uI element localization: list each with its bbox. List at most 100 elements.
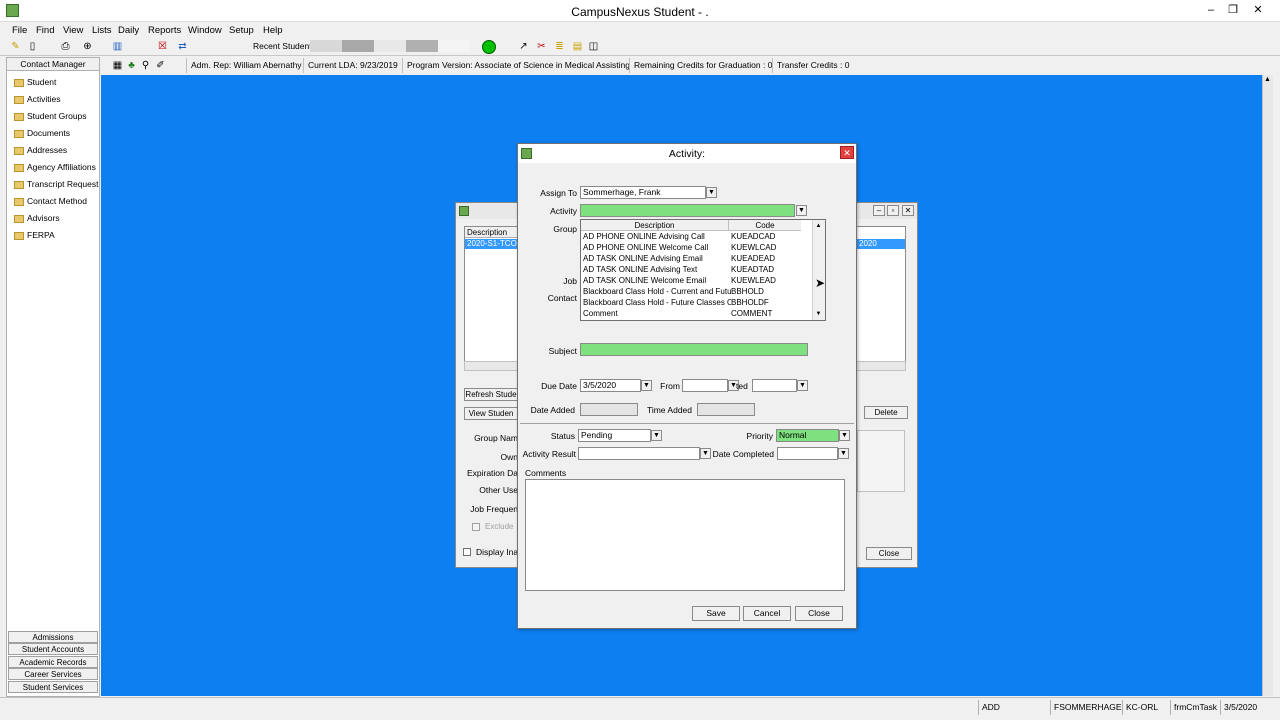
pencil-icon[interactable]: ✎ xyxy=(10,41,21,52)
folder-icon xyxy=(14,214,24,223)
nav-academic-records[interactable]: Academic Records xyxy=(8,656,98,668)
status-dropdown-icon[interactable]: ▼ xyxy=(651,430,662,441)
activity-dropdown-icon[interactable]: ▼ xyxy=(796,205,807,216)
activity-result-field[interactable] xyxy=(578,447,700,460)
delete-button[interactable]: Delete xyxy=(864,406,908,419)
list-item[interactable]: Comment COMMENT xyxy=(581,308,801,319)
activity-result-label: Activity Result xyxy=(522,449,576,459)
bg-close-button-bottom[interactable]: Close xyxy=(866,547,912,560)
date-completed-field[interactable] xyxy=(777,447,838,460)
status-field[interactable]: Pending xyxy=(578,429,651,442)
tree-item-student[interactable]: Student xyxy=(14,75,56,89)
grid-header-description[interactable]: Description xyxy=(465,227,525,238)
menu-view[interactable]: View xyxy=(63,25,83,36)
priority-field[interactable]: Normal xyxy=(776,429,839,442)
info-search-icon[interactable]: ⚲ xyxy=(140,60,151,71)
tree-item-activities[interactable]: Activities xyxy=(14,92,61,106)
from-time-field[interactable] xyxy=(682,379,728,392)
tree-item-student-groups[interactable]: Student Groups xyxy=(14,109,87,123)
recent-student-dropdown[interactable] xyxy=(310,40,470,52)
date-completed-dropdown-icon[interactable]: ▼ xyxy=(838,448,849,459)
activity-result-dropdown-icon[interactable]: ▼ xyxy=(700,448,711,459)
new-document-icon[interactable]: ▯ xyxy=(27,41,38,52)
display-inactive-checkbox[interactable] xyxy=(463,548,471,556)
scroll-up-icon[interactable]: ▲ xyxy=(1263,76,1272,86)
list-header-code[interactable]: Code xyxy=(729,220,801,231)
vertical-scrollbar[interactable] xyxy=(1262,75,1273,696)
menu-file[interactable]: File xyxy=(12,25,27,36)
menu-help[interactable]: Help xyxy=(263,25,283,36)
folder-icon xyxy=(14,197,24,206)
to-dropdown-icon[interactable]: ▼ xyxy=(797,380,808,391)
activity-field[interactable] xyxy=(580,204,795,217)
priority-dropdown-icon[interactable]: ▼ xyxy=(839,430,850,441)
list-item[interactable]: AD TASK ONLINE Advising Email KUEADEAD xyxy=(581,253,801,264)
maximize-button[interactable]: ❐ xyxy=(1225,3,1241,17)
nav-student-accounts[interactable]: Student Accounts xyxy=(8,643,98,655)
menu-lists[interactable]: Lists xyxy=(92,25,112,36)
grid-selected-row-right[interactable]: 2020 xyxy=(857,239,905,249)
transfer-icon[interactable]: ⇄ xyxy=(177,41,188,52)
menu-find[interactable]: Find xyxy=(36,25,54,36)
binoculars-icon[interactable]: ⊕ xyxy=(82,41,93,52)
to-time-field[interactable] xyxy=(752,379,797,392)
status-green-icon[interactable] xyxy=(482,40,496,54)
info-grid-icon[interactable]: ▦ xyxy=(112,60,123,71)
list-scroll-down-icon[interactable]: ▼ xyxy=(813,309,824,319)
list-scroll-up-icon[interactable]: ▲ xyxy=(813,221,824,231)
nav-admissions[interactable]: Admissions xyxy=(8,631,98,643)
dialog-close-icon[interactable]: ✕ xyxy=(840,146,854,159)
bg-close-button[interactable]: ✕ xyxy=(902,205,914,216)
list-item[interactable]: Blackboard Class Hold - Current and Futu… xyxy=(581,286,801,297)
menu-setup[interactable]: Setup xyxy=(229,25,254,36)
tree-item-documents[interactable]: Documents xyxy=(14,126,70,140)
contact-manager-header[interactable]: Contact Manager xyxy=(7,58,99,71)
menu-window[interactable]: Window xyxy=(188,25,222,36)
comments-textarea[interactable] xyxy=(525,479,845,591)
tools-icon[interactable]: ✂ xyxy=(536,41,547,52)
assign-to-dropdown-icon[interactable]: ▼ xyxy=(706,187,717,198)
program-version: Program Version: Associate of Science in… xyxy=(402,58,634,73)
tree-item-addresses[interactable]: Addresses xyxy=(14,143,67,157)
assign-to-field[interactable]: Sommerhage, Frank xyxy=(580,186,706,199)
printer-icon[interactable]: ⎙ xyxy=(60,41,71,52)
nav-career-services[interactable]: Career Services xyxy=(8,668,98,680)
due-date-field[interactable]: 3/5/2020 xyxy=(580,379,641,392)
refresh-students-button[interactable]: Refresh Stude xyxy=(464,388,518,401)
stack-icon[interactable]: ≣ xyxy=(554,41,565,52)
minimize-button[interactable]: – xyxy=(1203,3,1219,17)
tree-item-contact-method[interactable]: Contact Method xyxy=(14,194,87,208)
info-tree-icon[interactable]: ♣ xyxy=(126,60,137,71)
arrow-icon[interactable]: ↗ xyxy=(518,41,529,52)
bg-maximize-button[interactable]: ▫ xyxy=(887,205,899,216)
subject-field[interactable] xyxy=(580,343,808,356)
date-completed-label: Date Completed xyxy=(712,449,774,459)
reports-icon[interactable]: ▤ xyxy=(572,41,583,52)
tree-item-agency-affiliations[interactable]: Agency Affiliations xyxy=(14,160,96,174)
cancel-button[interactable]: Cancel xyxy=(743,606,791,621)
nav-student-services[interactable]: Student Services xyxy=(8,681,98,693)
view-students-button[interactable]: View Studen xyxy=(464,407,518,420)
list-scrollbar[interactable] xyxy=(812,220,825,320)
exclude-checkbox[interactable] xyxy=(472,523,480,531)
info-edit-icon[interactable]: ✐ xyxy=(155,60,166,71)
list-item[interactable]: AD PHONE ONLINE Welcome Call KUEWLCAD xyxy=(581,242,801,253)
delete-icon[interactable]: ☒ xyxy=(157,41,168,52)
tree-item-ferpa[interactable]: FERPA xyxy=(14,228,55,242)
save-button[interactable]: Save xyxy=(692,606,740,621)
list-header-description[interactable]: Description xyxy=(581,220,729,231)
list-item[interactable]: AD PHONE ONLINE Advising Call KUEADCAD xyxy=(581,231,801,242)
menu-daily[interactable]: Daily xyxy=(118,25,139,36)
close-button[interactable]: Close xyxy=(795,606,843,621)
menu-reports[interactable]: Reports xyxy=(148,25,181,36)
chart-icon[interactable]: ▥ xyxy=(112,41,123,52)
list-item[interactable]: AD TASK ONLINE Advising Text KUEADTAD xyxy=(581,264,801,275)
bg-minimize-button[interactable]: – xyxy=(873,205,885,216)
book-icon[interactable]: ◫ xyxy=(588,41,599,52)
list-item[interactable]: AD TASK ONLINE Welcome Email KUEWLEAD xyxy=(581,275,801,286)
tree-item-transcript-request[interactable]: Transcript Request xyxy=(14,177,99,191)
grid-selected-row[interactable]: 2020-S1-TCO xyxy=(465,239,518,249)
list-item[interactable]: Blackboard Class Hold - Future Classes O… xyxy=(581,297,801,308)
tree-item-advisors[interactable]: Advisors xyxy=(14,211,60,225)
close-window-button[interactable]: ✕ xyxy=(1250,3,1266,17)
